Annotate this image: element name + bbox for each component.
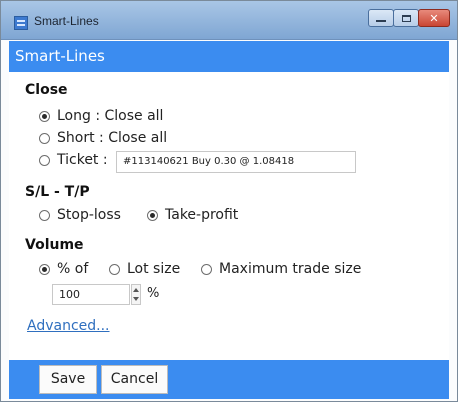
- volume-percent-label: % of: [57, 261, 89, 277]
- volume-percent-option[interactable]: % of: [39, 261, 88, 277]
- ticket-field[interactable]: #113140621 Buy 0.30 @ 1.08418: [116, 151, 356, 173]
- close-icon: ✕: [429, 11, 439, 25]
- volume-lot-size-option[interactable]: Lot size: [109, 261, 180, 277]
- close-short-label: Short : Close all: [57, 130, 168, 146]
- volume-max-trade-radio[interactable]: [201, 263, 212, 275]
- chevron-up-icon[interactable]: [133, 288, 139, 292]
- minimize-button[interactable]: [368, 9, 394, 27]
- cancel-button[interactable]: Cancel: [101, 365, 168, 394]
- close-ticket-label: Ticket :: [57, 152, 108, 168]
- close-short-radio[interactable]: [39, 132, 50, 144]
- close-long-option[interactable]: Long : Close all: [39, 108, 163, 124]
- close-heading: Close: [25, 82, 68, 98]
- close-long-label: Long : Close all: [57, 108, 164, 124]
- app-icon: [14, 16, 28, 30]
- maximize-icon: [401, 14, 411, 22]
- close-button[interactable]: ✕: [418, 9, 450, 27]
- close-ticket-radio[interactable]: [39, 154, 50, 166]
- dialog-footer: Save Cancel: [9, 360, 449, 399]
- volume-lot-size-radio[interactable]: [109, 263, 120, 275]
- sltp-heading: S/L - T/P: [25, 184, 90, 200]
- volume-lot-size-label: Lot size: [127, 261, 181, 277]
- maximize-button[interactable]: [393, 9, 419, 27]
- close-ticket-option[interactable]: Ticket :: [39, 152, 108, 168]
- volume-amount-input[interactable]: 100: [52, 284, 130, 305]
- window-titlebar[interactable]: Smart-Lines ✕: [1, 1, 457, 40]
- take-profit-option[interactable]: Take-profit: [147, 207, 238, 223]
- save-button[interactable]: Save: [39, 365, 97, 394]
- volume-percent-radio[interactable]: [39, 263, 50, 275]
- stop-loss-option[interactable]: Stop-loss: [39, 207, 121, 223]
- advanced-link[interactable]: Advanced...: [27, 318, 110, 334]
- smart-lines-window: Smart-Lines ✕ Smart-Lines Close Long : C…: [0, 0, 458, 402]
- take-profit-radio[interactable]: [147, 209, 158, 221]
- chevron-down-icon[interactable]: [133, 297, 139, 301]
- volume-unit-label: %: [147, 286, 160, 301]
- close-short-option[interactable]: Short : Close all: [39, 130, 167, 146]
- volume-amount-stepper[interactable]: [131, 284, 141, 305]
- volume-max-trade-label: Maximum trade size: [219, 261, 362, 277]
- dialog-content: Close Long : Close all Short : Close all…: [9, 72, 449, 360]
- take-profit-label: Take-profit: [165, 207, 239, 223]
- minimize-icon: [376, 20, 386, 22]
- dialog-title: Smart-Lines: [15, 47, 105, 65]
- volume-heading: Volume: [25, 237, 84, 253]
- volume-max-trade-option[interactable]: Maximum trade size: [201, 261, 361, 277]
- stop-loss-label: Stop-loss: [57, 207, 121, 223]
- close-long-radio[interactable]: [39, 110, 50, 122]
- stop-loss-radio[interactable]: [39, 209, 50, 221]
- dialog-header: Smart-Lines: [9, 41, 449, 72]
- window-title: Smart-Lines: [34, 14, 99, 28]
